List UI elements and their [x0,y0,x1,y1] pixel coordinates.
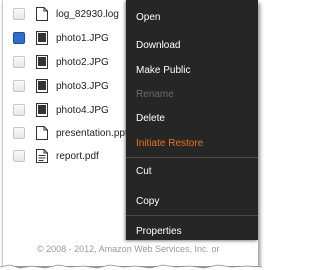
file-name: photo1.JPG [56,32,109,44]
image-icon [36,79,48,93]
menu-item-properties[interactable]: Properties [136,226,182,237]
file-name: log_82930.log [56,8,119,20]
document-icon [36,126,48,140]
s3-console-panel: log_82930.log photo1.JPG photo2.JPG phot… [2,0,258,266]
menu-item-initiate-restore[interactable]: Initiate Restore [136,138,203,149]
row-checkbox[interactable] [13,80,25,92]
menu-item-make-public[interactable]: Make Public [136,65,190,76]
row-checkbox[interactable] [13,150,25,162]
file-name: photo2.JPG [56,56,109,68]
row-checkbox-checked[interactable] [13,32,25,44]
menu-item-copy[interactable]: Copy [136,196,159,207]
file-name: report.pdf [56,150,99,162]
menu-item-download[interactable]: Download [136,40,180,51]
menu-item-rename: Rename [136,89,174,100]
context-menu: Open Download Make Public Rename Delete … [126,0,258,240]
file-name: photo4.JPG [56,104,109,116]
pdf-icon [36,149,48,163]
document-icon [36,7,48,21]
menu-item-open[interactable]: Open [136,12,160,23]
menu-separator [126,157,258,158]
menu-separator [126,215,258,216]
image-icon [36,55,48,69]
menu-item-delete[interactable]: Delete [136,113,165,124]
image-icon [36,31,48,45]
file-name: presentation.pptx [56,127,133,139]
row-checkbox[interactable] [13,8,25,20]
torn-edge [0,264,262,270]
row-checkbox[interactable] [13,127,25,139]
row-checkbox[interactable] [13,104,25,116]
file-name: photo3.JPG [56,80,109,92]
copyright-footer: © 2008 - 2012, Amazon Web Services, Inc.… [37,244,220,254]
image-icon [36,103,48,117]
row-checkbox[interactable] [13,56,25,68]
menu-item-cut[interactable]: Cut [136,166,152,177]
